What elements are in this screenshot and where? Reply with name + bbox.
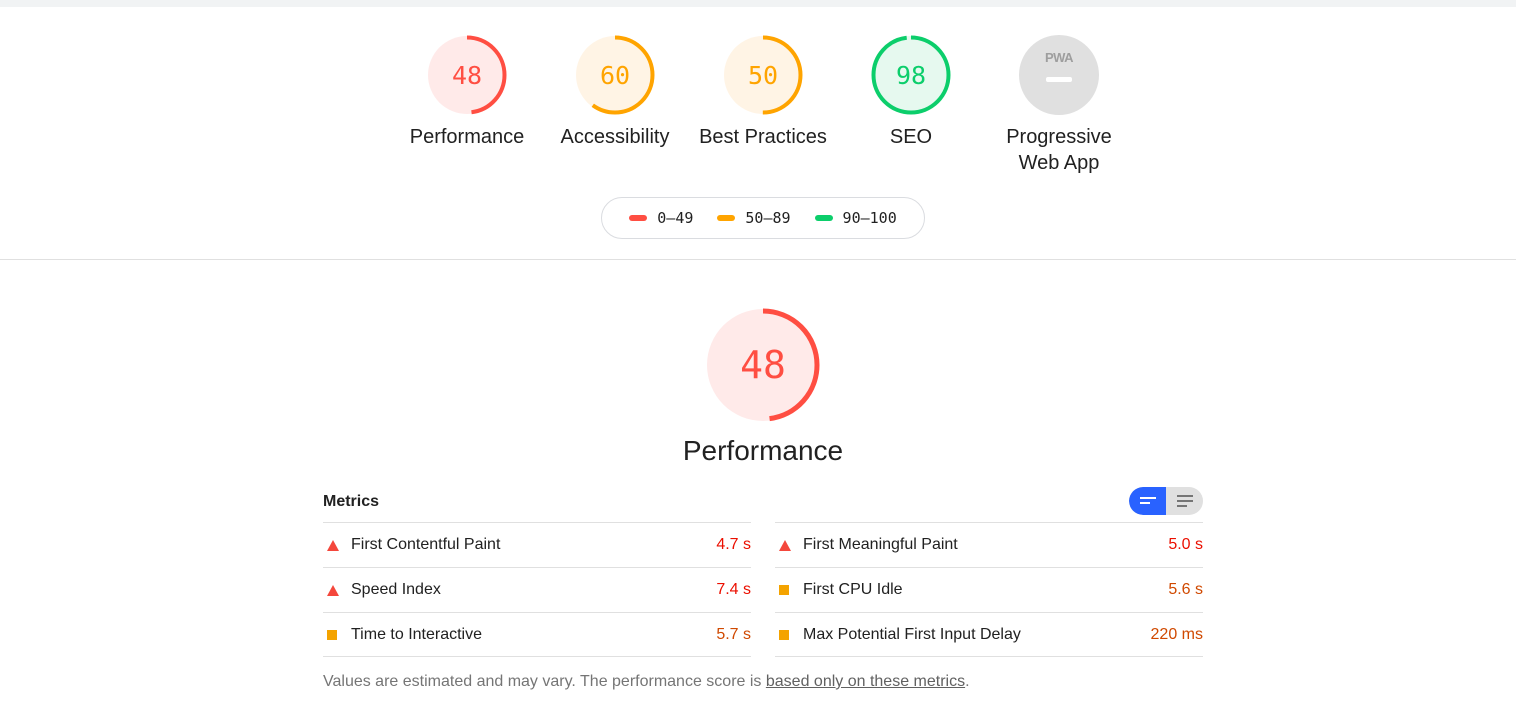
gauge-score: 60 bbox=[600, 61, 630, 90]
metrics-explanation-link[interactable]: based only on these metrics bbox=[766, 673, 965, 690]
svg-text:PWA: PWA bbox=[1045, 50, 1074, 65]
gauge-ring: 60 bbox=[575, 35, 655, 115]
pwa-icon: PWA bbox=[1045, 50, 1075, 65]
gauge-score: 48 bbox=[452, 61, 482, 90]
metric-name: Speed Index bbox=[351, 581, 441, 598]
legend-range: 0–49 bbox=[657, 209, 694, 227]
legend-range: 50–89 bbox=[745, 209, 791, 227]
top-bar bbox=[0, 0, 1516, 7]
metric-value: 4.7 s bbox=[716, 536, 751, 553]
gauge-accessibility[interactable]: 60 Accessibility bbox=[541, 34, 689, 150]
gauge-ring: 50 bbox=[723, 35, 803, 115]
legend-item-fail: 0–49 bbox=[629, 209, 693, 227]
gauge-best-practices[interactable]: 50 Best Practices bbox=[689, 34, 837, 150]
na-dash bbox=[1046, 77, 1072, 82]
opportunities-view-icon bbox=[1139, 497, 1156, 504]
gauge-ring: 98 bbox=[871, 35, 951, 115]
gauge-label: Best Practices bbox=[699, 126, 827, 148]
list-view-button[interactable] bbox=[1166, 487, 1203, 515]
metric-name: Max Potential First Input Delay bbox=[803, 625, 1021, 643]
metrics-heading: Metrics bbox=[323, 493, 380, 510]
pwa-gauge-ring: PWA bbox=[1019, 35, 1099, 115]
metric-value: 220 ms bbox=[1150, 625, 1203, 643]
gauge-pwa[interactable]: PWA Progressive Web App bbox=[985, 34, 1133, 176]
legend-swatch-average bbox=[717, 215, 736, 221]
metrics-view-toggle[interactable] bbox=[1129, 487, 1203, 515]
metric-fail-icon bbox=[323, 568, 351, 613]
metric-average-icon bbox=[775, 568, 803, 613]
gauge-score: 48 bbox=[740, 343, 786, 387]
footnote-text: Values are estimated and may vary. The p… bbox=[323, 673, 766, 690]
legend-item-average: 50–89 bbox=[717, 209, 791, 227]
footnote-end: . bbox=[965, 673, 970, 690]
metric-fail-icon bbox=[775, 523, 803, 568]
metric-row: First CPU Idle 5.6 s bbox=[775, 567, 1203, 612]
metrics-column-left: First Contentful Paint 4.7 s Speed Index… bbox=[323, 522, 751, 657]
gauge-ring: 48 bbox=[427, 35, 507, 115]
opportunities-view-button[interactable] bbox=[1129, 487, 1166, 515]
section-title: Performance bbox=[682, 435, 844, 466]
metric-value: 5.7 s bbox=[716, 625, 751, 643]
score-scale-legend: 0–49 50–89 90–100 bbox=[601, 197, 925, 239]
gauge-score: 50 bbox=[748, 61, 778, 90]
metric-average-icon bbox=[323, 612, 351, 657]
metric-value: 7.4 s bbox=[716, 581, 751, 598]
section-divider bbox=[0, 259, 1516, 260]
metric-value: 5.0 s bbox=[1168, 536, 1203, 553]
gauge-label-line2: Web App bbox=[1018, 152, 1100, 174]
metric-name: Time to Interactive bbox=[351, 625, 483, 643]
metric-row: Speed Index 7.4 s bbox=[323, 567, 751, 612]
metrics-footnote: Values are estimated and may vary. The p… bbox=[323, 673, 970, 691]
metric-value: 5.6 s bbox=[1168, 581, 1203, 598]
gauge-label-line1: Progressive bbox=[1006, 126, 1112, 148]
metric-row: First Meaningful Paint 5.0 s bbox=[775, 522, 1203, 567]
metric-name: First Meaningful Paint bbox=[803, 536, 958, 553]
metric-name: First Contentful Paint bbox=[351, 536, 501, 553]
legend-item-pass: 90–100 bbox=[814, 209, 897, 227]
gauge-label: Progressive Web App bbox=[985, 124, 1133, 176]
gauge-score: 98 bbox=[896, 61, 926, 90]
list-view-icon bbox=[1176, 495, 1193, 507]
metric-fail-icon bbox=[323, 523, 351, 568]
gauge-label: SEO bbox=[889, 126, 933, 148]
gauge-label: Performance bbox=[409, 126, 525, 148]
legend-swatch-pass bbox=[814, 215, 833, 221]
category-gauges: 48 Performance 60 Accessibility 50 Best … bbox=[0, 34, 1516, 184]
performance-gauge: 48 bbox=[703, 305, 823, 425]
gauge-performance[interactable]: 48 Performance bbox=[393, 34, 541, 150]
gauge-seo[interactable]: 98 SEO bbox=[837, 34, 985, 150]
metric-row: Time to Interactive 5.7 s bbox=[323, 612, 751, 657]
metric-row: First Contentful Paint 4.7 s bbox=[323, 522, 751, 567]
metric-average-icon bbox=[775, 612, 803, 657]
metric-row: Max Potential First Input Delay 220 ms bbox=[775, 612, 1203, 657]
legend-swatch-fail bbox=[629, 215, 648, 221]
legend-range: 90–100 bbox=[842, 209, 897, 227]
gauge-ring: 48 bbox=[706, 308, 820, 422]
metric-name: First CPU Idle bbox=[803, 581, 903, 598]
gauge-label: Accessibility bbox=[560, 126, 670, 148]
metrics-column-right: First Meaningful Paint 5.0 s First CPU I… bbox=[775, 522, 1203, 657]
